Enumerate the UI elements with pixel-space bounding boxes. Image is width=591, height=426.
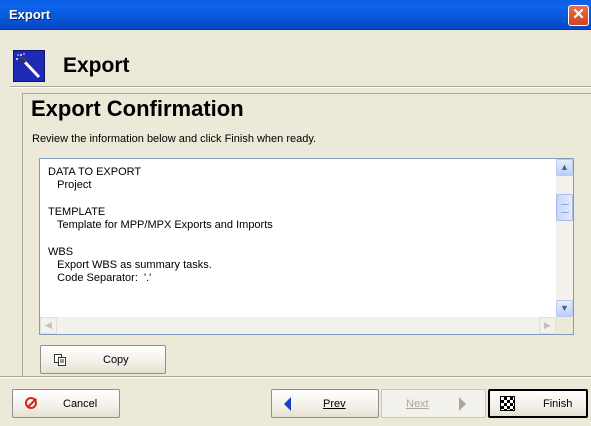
close-button[interactable]: ✕ bbox=[568, 5, 589, 26]
window-titlebar[interactable]: Export bbox=[0, 0, 591, 30]
scroll-thumb[interactable] bbox=[556, 194, 573, 221]
arrow-left-icon bbox=[284, 397, 291, 411]
window-title: Export bbox=[9, 7, 51, 22]
cancel-icon bbox=[25, 397, 37, 409]
footer-divider bbox=[0, 376, 591, 378]
cancel-button-label: Cancel bbox=[63, 398, 98, 410]
copy-button[interactable]: Copy bbox=[40, 345, 166, 374]
scroll-corner bbox=[556, 317, 573, 334]
scroll-up-button[interactable]: ▲ bbox=[556, 159, 573, 176]
checkered-flag-icon bbox=[500, 396, 515, 411]
next-button[interactable]: Next bbox=[381, 389, 486, 418]
page-title: Export Confirmation bbox=[31, 96, 244, 121]
wizard-header-title: Export bbox=[63, 54, 130, 77]
vertical-scrollbar[interactable]: ▲ ▼ bbox=[556, 159, 573, 317]
prev-button[interactable]: Prev bbox=[271, 389, 379, 418]
cancel-button[interactable]: Cancel bbox=[12, 389, 120, 418]
finish-button-label: Finish bbox=[543, 398, 573, 410]
copy-button-label: Copy bbox=[103, 354, 129, 366]
summary-textbox[interactable]: DATA TO EXPORT Project TEMPLATE Template… bbox=[39, 158, 574, 335]
instruction-text: Review the information below and click F… bbox=[32, 133, 317, 145]
magic-wand-graphic bbox=[16, 53, 41, 79]
horizontal-scrollbar[interactable]: ◀ ▶ bbox=[40, 317, 556, 334]
copy-icon bbox=[54, 354, 66, 366]
scroll-right-button[interactable]: ▶ bbox=[539, 317, 556, 334]
magic-wand-icon bbox=[13, 50, 45, 82]
chevron-right-icon: ▶ bbox=[544, 320, 551, 330]
arrow-right-icon bbox=[459, 397, 466, 411]
chevron-down-icon: ▼ bbox=[560, 303, 569, 313]
chevron-left-icon: ◀ bbox=[45, 320, 52, 330]
chevron-up-icon: ▲ bbox=[560, 162, 569, 172]
finish-button[interactable]: Finish bbox=[488, 389, 588, 418]
close-icon: ✕ bbox=[572, 6, 585, 23]
header-divider bbox=[10, 86, 591, 88]
scroll-left-button[interactable]: ◀ bbox=[40, 317, 57, 334]
prev-button-label: Prev bbox=[323, 398, 346, 410]
next-button-label: Next bbox=[406, 398, 429, 410]
scroll-down-button[interactable]: ▼ bbox=[556, 300, 573, 317]
summary-text: DATA TO EXPORT Project TEMPLATE Template… bbox=[48, 166, 273, 285]
